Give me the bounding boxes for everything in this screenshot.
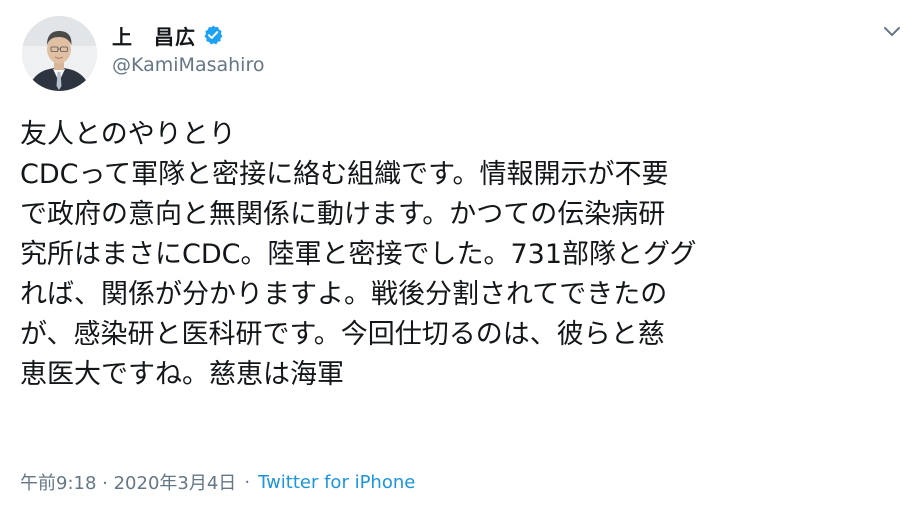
display-name[interactable]: 上 昌広 bbox=[112, 21, 196, 50]
tweet-text-line: 友人とのやりとり bbox=[20, 119, 236, 150]
chevron-down-icon[interactable] bbox=[882, 24, 902, 38]
meta-separator: · bbox=[244, 471, 251, 493]
tweet-card: 上 昌広 @KamiMasahiro 友人とのやりとり CDCって軍隊と密接に絡… bbox=[0, 0, 920, 517]
verified-badge-icon bbox=[202, 24, 224, 46]
tweet-text-line: が、感染研と医科研です。今回仕切るのは、彼らと慈 bbox=[20, 319, 665, 350]
tweet-text-line: CDCって軍隊と密接に絡む組織です。情報開示が不要 bbox=[20, 159, 669, 190]
author-handle[interactable]: @KamiMasahiro bbox=[112, 54, 264, 76]
tweet-source-link[interactable]: Twitter for iPhone bbox=[258, 472, 415, 493]
tweet-timestamp[interactable]: 午前9:18 · 2020年3月4日 bbox=[20, 469, 236, 495]
tweet-meta: 午前9:18 · 2020年3月4日 · Twitter for iPhone bbox=[20, 469, 415, 495]
tweet-text: 友人とのやりとり CDCって軍隊と密接に絡む組織です。情報開示が不要 で政府の意… bbox=[20, 115, 900, 395]
author-names: 上 昌広 @KamiMasahiro bbox=[112, 20, 264, 77]
avatar[interactable] bbox=[22, 16, 97, 91]
display-name-row: 上 昌広 bbox=[112, 20, 264, 50]
tweet-text-line: れば、関係が分かりますよ。戦後分割されてできたの bbox=[20, 279, 668, 310]
tweet-text-line: 究所はまさにCDC。陸軍と密接でした。731部隊とググ bbox=[20, 239, 697, 270]
avatar-portrait bbox=[22, 16, 97, 91]
tweet-text-line: で政府の意向と無関係に動けます。かつての伝染病研 bbox=[20, 199, 666, 230]
tweet-text-line: 恵医大ですね。慈恵は海軍 bbox=[20, 359, 344, 390]
